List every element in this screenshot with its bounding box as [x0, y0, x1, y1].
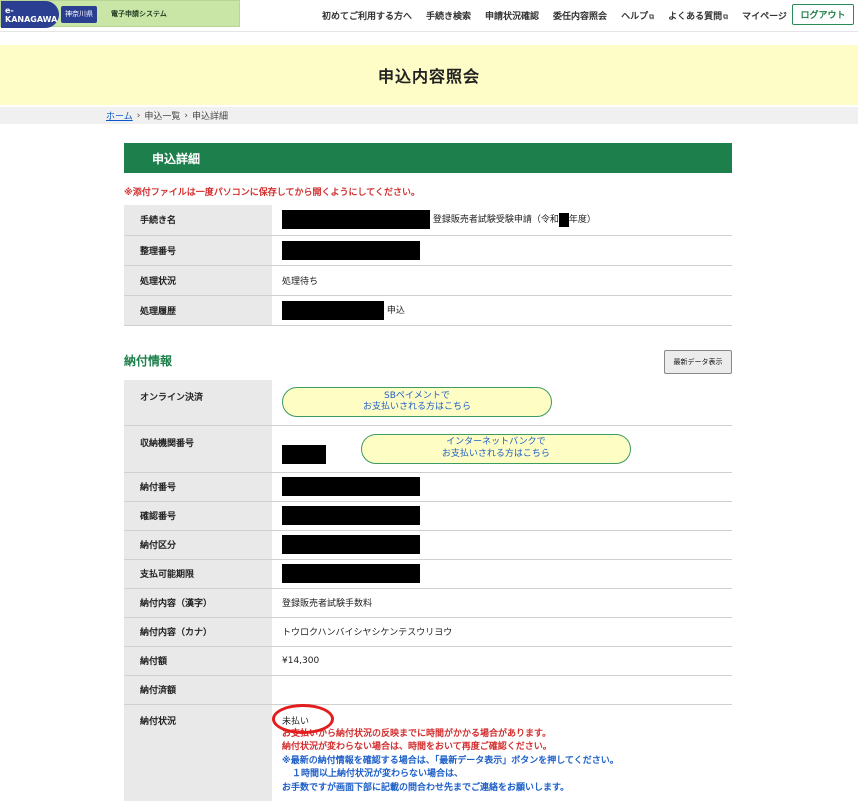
- table-row: 納付内容（漢字） 登録販売者試験手数料: [124, 588, 732, 618]
- table-row: 処理状況 処理待ち: [124, 265, 732, 296]
- status-note: お支払いから納付状況の反映までに時間がかかる場合があります。: [282, 728, 552, 739]
- row-label: 処理履歴: [124, 295, 272, 326]
- nav-procedure-search[interactable]: 手続き検索: [426, 9, 471, 22]
- logout-button[interactable]: ログアウト: [792, 4, 854, 25]
- reference-number-value: [272, 235, 732, 266]
- external-link-icon: ⧉: [649, 13, 655, 21]
- main-nav: 初めてご利用する方へ 手続き検索 申請状況確認 委任内容照会 ヘルプ⧉ よくある…: [322, 9, 787, 22]
- row-label: 支払可能期限: [124, 559, 272, 589]
- status-note: １時間以上納付状況が変わらない場合は、: [292, 769, 464, 779]
- redacted-block: [282, 506, 420, 525]
- external-link-icon: ⧉: [723, 13, 729, 21]
- table-row: 収納機関番号 インターネットバンクで お支払いされる方はこちら: [124, 425, 732, 473]
- redacted-block: [282, 535, 420, 554]
- history-value: 申込: [272, 295, 732, 326]
- breadcrumb-separator: ›: [136, 110, 141, 121]
- redacted-block: [282, 564, 420, 583]
- paid-amount: [272, 675, 732, 705]
- row-label: 処理状況: [124, 265, 272, 296]
- breadcrumb-list: 申込一覧: [144, 112, 181, 122]
- row-label: 整理番号: [124, 235, 272, 266]
- table-row: 納付内容（カナ） トウロクハンバイシヤシケンテスウリヨウ: [124, 617, 732, 647]
- payment-content-kanji: 登録販売者試験手数料: [272, 588, 732, 618]
- breadcrumb: ホーム › 申込一覧 › 申込詳細: [0, 107, 858, 124]
- table-row: 納付番号: [124, 472, 732, 502]
- status-note: ※最新の納付情報を確認する場合は、「最新データ表示」ボタンを押してください。: [282, 755, 619, 766]
- sb-payment-button[interactable]: SBペイメントで お支払いされる方はこちら: [282, 387, 552, 418]
- row-label: 納付内容（カナ）: [124, 617, 272, 647]
- row-label: オンライン決済: [124, 380, 272, 426]
- row-label: 納付額: [124, 646, 272, 676]
- table-row: オンライン決済 SBペイメントで お支払いされる方はこちら: [124, 380, 732, 426]
- breadcrumb-separator: ›: [184, 110, 188, 121]
- row-label: 収納機関番号: [124, 425, 272, 473]
- table-row: 支払可能期限: [124, 559, 732, 589]
- logo-prefecture: 神奈川県: [61, 6, 97, 23]
- nav-delegation[interactable]: 委任内容照会: [553, 9, 607, 22]
- page-banner: 申込内容照会: [0, 45, 858, 105]
- nav-help[interactable]: ヘルプ⧉: [621, 9, 654, 22]
- payment-amount: ¥14,300: [272, 646, 732, 676]
- procedure-name-value: 登録販売者試験受験申請（令和 年度）: [272, 205, 732, 236]
- redacted-block: [282, 444, 326, 464]
- payment-status: 未払い: [282, 716, 310, 727]
- redacted-block: [558, 212, 569, 227]
- table-row: 納付区分: [124, 530, 732, 560]
- nav-mypage[interactable]: マイページ: [742, 9, 787, 22]
- status-note: 納付状況が変わらない場合は、時間をおいて再度ご確認ください。: [282, 742, 552, 752]
- row-label: 確認番号: [124, 501, 272, 531]
- status-note: お手数ですが画面下部に記載の問合わせ先までご連絡をお願いします。: [282, 782, 570, 793]
- table-row: 整理番号: [124, 235, 732, 266]
- logo-system-name: 電子申請システム: [111, 10, 167, 18]
- table-row: 納付額 ¥14,300: [124, 646, 732, 676]
- page-title: 申込内容照会: [377, 67, 480, 86]
- row-label: 納付区分: [124, 530, 272, 560]
- table-row: 納付済額: [124, 675, 732, 705]
- internet-bank-button[interactable]: インターネットバンクで お支払いされる方はこちら: [360, 433, 631, 464]
- table-row: 確認番号: [124, 501, 732, 531]
- payment-content-kana: トウロクハンバイシヤシケンテスウリヨウ: [272, 617, 732, 647]
- redacted-block: [282, 210, 430, 230]
- breadcrumb-home[interactable]: ホーム: [106, 109, 133, 122]
- payment-section-title: 納付情報: [124, 354, 173, 368]
- site-logo[interactable]: e-KANAGAWA 神奈川県 電子申請システム: [0, 0, 240, 28]
- table-row: 納付状況 未払い お支払いから納付状況の反映までに時間がかかる場合があります。 …: [124, 704, 732, 801]
- redacted-block: [282, 300, 384, 320]
- redacted-block: [282, 240, 420, 260]
- redacted-block: [282, 477, 420, 496]
- highlight-circle: [272, 704, 334, 734]
- nav-faq[interactable]: よくある質問⧉: [668, 9, 728, 22]
- breadcrumb-current: 申込詳細: [191, 112, 228, 122]
- row-label: 手続き名: [124, 205, 272, 236]
- nav-first-time[interactable]: 初めてご利用する方へ: [322, 9, 412, 22]
- nav-status-check[interactable]: 申請状況確認: [485, 9, 539, 22]
- detail-table: 手続き名 登録販売者試験受験申請（令和 年度） 整理番号 処理状況 処理待ち 処理…: [124, 205, 732, 326]
- row-label: 納付番号: [124, 472, 272, 502]
- payment-table: オンライン決済 SBペイメントで お支払いされる方はこちら 収納機関番号 インタ…: [124, 380, 732, 801]
- table-row: 手続き名 登録販売者試験受験申請（令和 年度）: [124, 205, 732, 236]
- table-row: 処理履歴 申込: [124, 295, 732, 326]
- logo-brand: e-KANAGAWA: [1, 1, 59, 28]
- site-header: e-KANAGAWA 神奈川県 電子申請システム 初めてご利用する方へ 手続き検…: [0, 0, 858, 32]
- row-label: 納付済額: [124, 675, 272, 705]
- row-label: 納付内容（漢字）: [124, 588, 272, 618]
- attachment-warning: ※添付ファイルは一度パソコンに保存してから開くようにしてください。: [124, 188, 420, 198]
- detail-section-title: 申込詳細: [124, 143, 732, 173]
- processing-status-value: 処理待ち: [272, 265, 732, 296]
- refresh-data-button[interactable]: 最新データ表示: [664, 350, 732, 374]
- row-label: 納付状況: [124, 704, 272, 801]
